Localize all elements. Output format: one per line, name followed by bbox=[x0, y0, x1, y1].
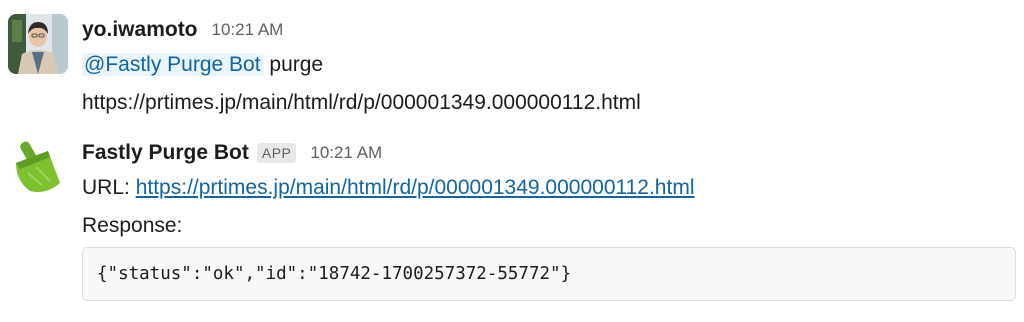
person-photo-icon bbox=[8, 14, 68, 74]
message-content: Fastly Purge Bot APP 10:21 AM URL: https… bbox=[82, 137, 1016, 245]
message-user: yo.iwamoto 10:21 AM @Fastly Purge Bot pu… bbox=[0, 0, 1024, 120]
bot-mention[interactable]: @Fastly Purge Bot bbox=[82, 53, 264, 76]
bot-avatar[interactable] bbox=[8, 137, 68, 197]
timestamp[interactable]: 10:21 AM bbox=[310, 143, 382, 163]
user-avatar[interactable] bbox=[8, 14, 68, 74]
author-name[interactable]: Fastly Purge Bot bbox=[82, 141, 249, 165]
url-line: URL: https://prtimes.jp/main/html/rd/p/0… bbox=[82, 169, 1016, 207]
author-name[interactable]: yo.iwamoto bbox=[82, 18, 198, 42]
message-text-line: @Fastly Purge Bot purge bbox=[82, 46, 1016, 84]
response-code: {"status":"ok","id":"18742-1700257372-55… bbox=[97, 264, 572, 284]
message-bot: Fastly Purge Bot APP 10:21 AM URL: https… bbox=[0, 120, 1024, 322]
message-header: Fastly Purge Bot APP 10:21 AM bbox=[82, 137, 1016, 169]
message-url-text: https://prtimes.jp/main/html/rd/p/000001… bbox=[82, 91, 641, 114]
url-label: URL: bbox=[82, 176, 130, 199]
dustpan-icon bbox=[16, 141, 60, 192]
purged-url-link[interactable]: https://prtimes.jp/main/html/rd/p/000001… bbox=[136, 176, 695, 199]
command-text: purge bbox=[269, 53, 324, 76]
app-badge: APP bbox=[256, 143, 297, 163]
message-content: yo.iwamoto 10:21 AM @Fastly Purge Bot pu… bbox=[82, 14, 1016, 122]
timestamp[interactable]: 10:21 AM bbox=[212, 20, 284, 40]
response-label: Response: bbox=[82, 214, 183, 237]
response-code-block: {"status":"ok","id":"18742-1700257372-55… bbox=[82, 247, 1016, 301]
message-header: yo.iwamoto 10:21 AM bbox=[82, 14, 1016, 46]
